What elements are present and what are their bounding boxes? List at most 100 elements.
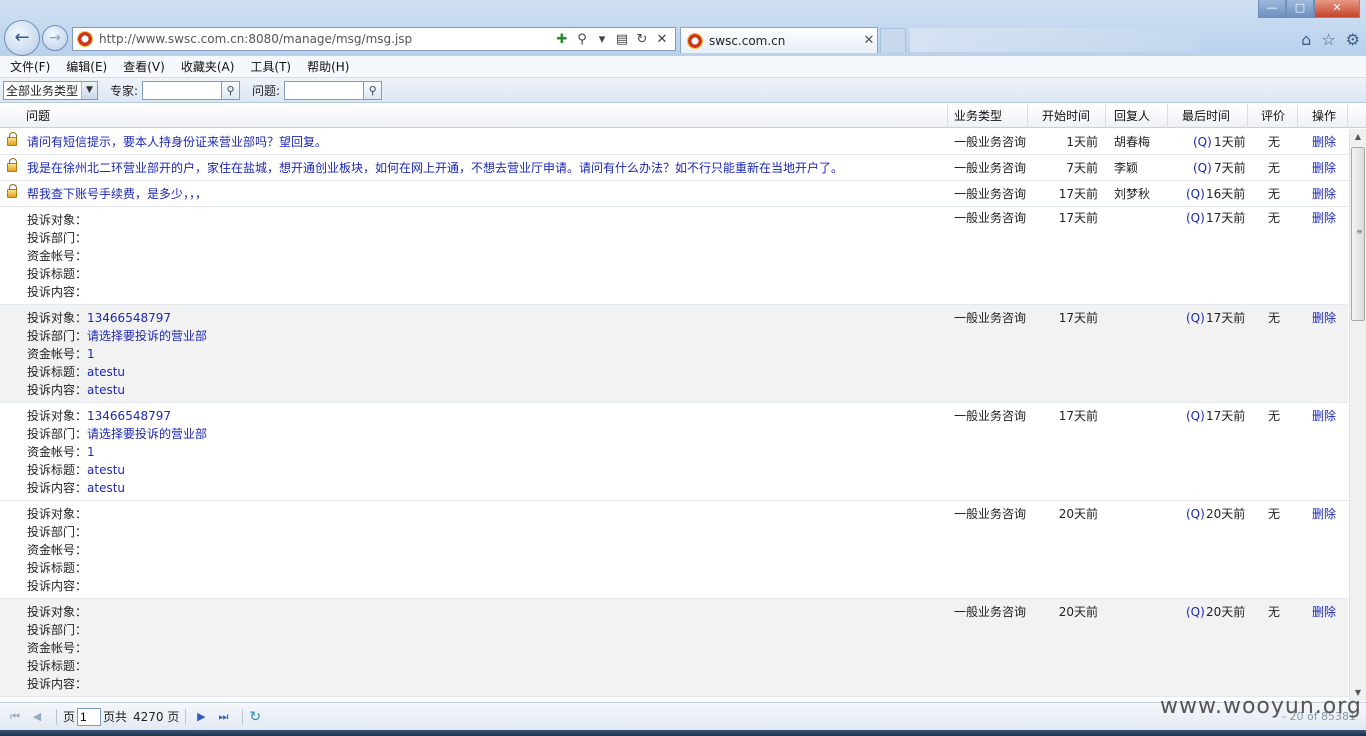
- type-cell: 一般业务咨询: [954, 409, 1027, 423]
- q-link[interactable]: (Q): [1186, 209, 1205, 227]
- table-row[interactable]: 投诉对象：13466548797 投诉部门：请选择要投诉的营业部 资金帐号：1 …: [0, 403, 1348, 501]
- lock-icon: [7, 158, 17, 172]
- rating-cell: 无: [1268, 161, 1281, 175]
- q-link[interactable]: (Q): [1186, 185, 1205, 203]
- delete-link[interactable]: 删除: [1312, 309, 1336, 327]
- dropdown-icon[interactable]: ▾: [595, 32, 609, 47]
- vertical-scrollbar[interactable]: ▲ ≡ ▼: [1349, 129, 1366, 701]
- table-row[interactable]: 投诉对象： 投诉部门： 资金帐号： 投诉标题： 投诉内容： 一般业务咨询 17天…: [0, 207, 1348, 305]
- delete-link[interactable]: 删除: [1312, 603, 1336, 621]
- last-page-icon[interactable]: ⏭: [214, 710, 232, 724]
- url-text[interactable]: http://www.swsc.com.cn:8080/manage/msg/m…: [99, 32, 555, 46]
- menu-file[interactable]: 文件(F): [4, 58, 56, 75]
- rating-cell: 无: [1268, 211, 1281, 225]
- question-link[interactable]: 请问有短信提示，要本人持身份证来营业部吗？望回复。: [27, 133, 327, 151]
- q-link[interactable]: (Q): [1186, 309, 1205, 327]
- delete-link[interactable]: 删除: [1312, 209, 1336, 227]
- new-tab-button[interactable]: [880, 28, 906, 52]
- refresh-icon[interactable]: ↻: [635, 32, 649, 47]
- detail-line: 资金帐号：: [27, 249, 88, 263]
- first-page-icon[interactable]: ⏮: [6, 710, 24, 724]
- q-link[interactable]: (Q): [1186, 505, 1205, 523]
- business-type-select[interactable]: 全部业务类型 ▼: [3, 80, 98, 100]
- detail-line: 资金帐号：: [27, 641, 88, 655]
- tab-close-icon[interactable]: ✕: [861, 33, 877, 48]
- menu-help[interactable]: 帮助(H): [301, 58, 355, 75]
- gear-icon[interactable]: ⚙: [1346, 30, 1360, 49]
- column-header-last[interactable]: 最后时间: [1168, 104, 1248, 128]
- detail-line: 投诉对象：13466548797: [27, 311, 171, 325]
- question-link[interactable]: 我是在徐州北二环营业部开的户，家住在盐城，想开通创业板块，如何在网上开通，不想去…: [27, 159, 843, 177]
- menu-edit[interactable]: 编辑(E): [60, 58, 113, 75]
- table-row[interactable]: 投诉对象： 投诉部门： 资金帐号： 投诉标题： 投诉内容： 一般业务咨询 20天…: [0, 599, 1348, 697]
- column-header-action[interactable]: 操作: [1298, 104, 1348, 128]
- browser-tab[interactable]: swsc.com.cn ✕: [680, 27, 878, 53]
- column-header-start[interactable]: 开始时间: [1028, 104, 1106, 128]
- question-search-icon[interactable]: ⚲: [364, 80, 383, 100]
- divider: [185, 708, 187, 725]
- detail-line: 投诉内容：atestu: [27, 383, 126, 397]
- last-cell: 20天前: [1206, 605, 1246, 619]
- delete-link[interactable]: 删除: [1312, 505, 1336, 523]
- search-icon[interactable]: ⚲: [575, 32, 589, 47]
- address-bar[interactable]: http://www.swsc.com.cn:8080/manage/msg/m…: [72, 27, 676, 51]
- table-row[interactable]: 请问有短信提示，要本人持身份证来营业部吗？望回复。 一般业务咨询 1天前 胡春梅…: [0, 129, 1348, 155]
- q-link[interactable]: (Q): [1193, 159, 1212, 177]
- scroll-up-icon[interactable]: ▲: [1350, 129, 1366, 145]
- delete-link[interactable]: 删除: [1312, 159, 1336, 177]
- table-row[interactable]: 投诉对象： 投诉部门： 资金帐号： 投诉标题： 投诉内容： 一般业务咨询 20天…: [0, 501, 1348, 599]
- scroll-thumb[interactable]: ≡: [1351, 147, 1365, 321]
- back-arrow-icon[interactable]: ←: [4, 20, 40, 56]
- expert-search-icon[interactable]: ⚲: [222, 80, 241, 100]
- table-row[interactable]: 投诉对象：13466548797 投诉部门：请选择要投诉的营业部 资金帐号：1 …: [0, 305, 1348, 403]
- expert-input[interactable]: [142, 80, 223, 100]
- complaint-details[interactable]: 投诉对象：13466548797 投诉部门：请选择要投诉的营业部 资金帐号：1 …: [27, 407, 207, 497]
- table-row[interactable]: 我是在徐州北二环营业部开的户，家住在盐城，想开通创业板块，如何在网上开通，不想去…: [0, 155, 1348, 181]
- next-page-icon[interactable]: ▶: [192, 710, 210, 723]
- home-icon[interactable]: ⌂: [1301, 30, 1311, 49]
- page-icon[interactable]: ▤: [615, 32, 629, 47]
- page-number-input[interactable]: [77, 707, 102, 726]
- total-label: 页共: [103, 710, 128, 724]
- minimize-button[interactable]: —: [1258, 0, 1286, 18]
- favorites-star-icon[interactable]: ☆: [1321, 30, 1335, 49]
- complaint-details[interactable]: 投诉对象： 投诉部门： 资金帐号： 投诉标题： 投诉内容：: [27, 211, 87, 301]
- start-cell: 17天前: [1058, 187, 1098, 201]
- detail-line: 投诉部门：: [27, 525, 88, 539]
- tab-favicon-icon: [687, 32, 703, 49]
- question-input[interactable]: [284, 80, 365, 100]
- q-link[interactable]: (Q): [1193, 133, 1212, 151]
- start-cell: 17天前: [1058, 211, 1098, 225]
- column-header-type[interactable]: 业务类型: [948, 104, 1028, 128]
- prev-page-icon[interactable]: ◀: [28, 710, 46, 723]
- q-link[interactable]: (Q): [1186, 407, 1205, 425]
- chevron-down-icon[interactable]: ▼: [81, 81, 97, 99]
- delete-link[interactable]: 删除: [1312, 133, 1336, 151]
- question-link[interactable]: 帮我查下账号手续费，是多少，，，: [27, 185, 207, 203]
- filter-toolbar: 全部业务类型 ▼ 专家: ⚲ 问题: ⚲: [0, 78, 1366, 103]
- close-window-button[interactable]: ✕: [1314, 0, 1360, 18]
- menu-view[interactable]: 查看(V): [117, 58, 171, 75]
- start-cell: 17天前: [1058, 311, 1098, 325]
- business-type-value: 全部业务类型: [6, 83, 79, 98]
- start-cell: 17天前: [1058, 409, 1098, 423]
- complaint-details[interactable]: 投诉对象： 投诉部门： 资金帐号： 投诉标题： 投诉内容：: [27, 603, 87, 693]
- refresh-icon[interactable]: ↻: [249, 709, 261, 725]
- complaint-details[interactable]: 投诉对象：13466548797 投诉部门：请选择要投诉的营业部 资金帐号：1 …: [27, 309, 207, 399]
- compat-view-icon[interactable]: ✚: [555, 32, 569, 47]
- menu-favorites[interactable]: 收藏夹(A): [175, 58, 241, 75]
- last-cell: 1天前: [1214, 135, 1246, 149]
- stop-icon[interactable]: ✕: [655, 32, 669, 47]
- forward-arrow-icon[interactable]: →: [42, 25, 68, 51]
- delete-link[interactable]: 删除: [1312, 407, 1336, 425]
- column-header-rating[interactable]: 评价: [1248, 104, 1298, 128]
- q-link[interactable]: (Q): [1186, 603, 1205, 621]
- complaint-details[interactable]: 投诉对象： 投诉部门： 资金帐号： 投诉标题： 投诉内容：: [27, 505, 87, 595]
- column-header-question[interactable]: 问题: [20, 104, 948, 128]
- menu-tools[interactable]: 工具(T): [244, 58, 297, 75]
- rating-cell: 无: [1268, 605, 1281, 619]
- table-row[interactable]: 帮我查下账号手续费，是多少，，， 一般业务咨询 17天前 刘梦秋 (Q) 16天…: [0, 181, 1348, 207]
- maximize-button[interactable]: □: [1286, 0, 1314, 18]
- column-header-replier[interactable]: 回复人: [1106, 104, 1168, 128]
- delete-link[interactable]: 删除: [1312, 185, 1336, 203]
